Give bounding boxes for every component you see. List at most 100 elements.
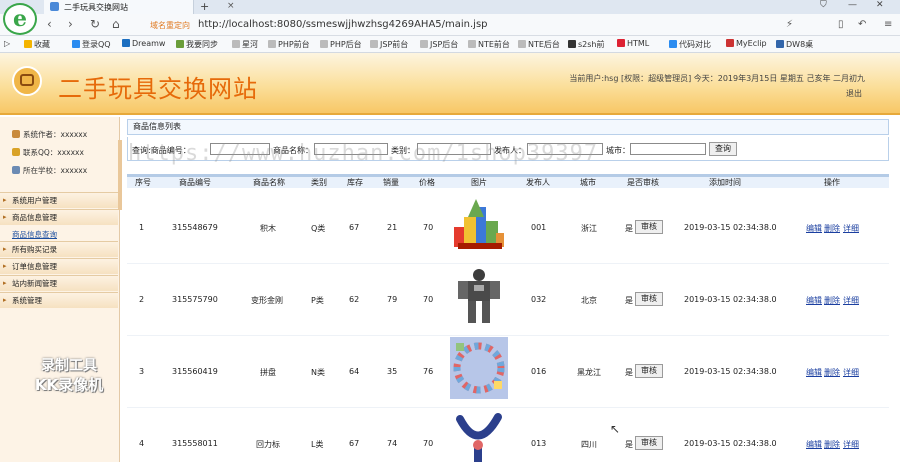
bookmark-item[interactable]: 我要同步 xyxy=(176,39,218,50)
col-header: 发布人 xyxy=(526,178,550,187)
cell-audited: 是 xyxy=(625,224,633,233)
audit-button[interactable]: 审核 xyxy=(635,364,663,378)
bookmark-item[interactable]: 代码对比 xyxy=(669,39,711,50)
tablet-icon[interactable]: ▯ xyxy=(838,19,844,30)
table-header xyxy=(127,174,889,188)
cell-name: 拼盘 xyxy=(260,368,276,377)
col-header: 图片 xyxy=(471,178,487,187)
cell-no: 3 xyxy=(139,367,145,376)
bookmark-item[interactable]: s2sh前 xyxy=(568,39,605,50)
edit-link[interactable]: 编辑 xyxy=(806,367,822,378)
cell-sales: 21 xyxy=(387,223,398,232)
bookmark-item[interactable]: JSP前台 xyxy=(370,39,408,50)
cell-stock: 62 xyxy=(349,295,360,304)
bookmark-item[interactable]: 星河 xyxy=(232,39,258,50)
detail-link[interactable]: 详细 xyxy=(843,223,859,234)
cell-no: 4 xyxy=(139,439,145,448)
back-icon[interactable]: ‹ xyxy=(47,17,52,31)
delete-link[interactable]: 删除 xyxy=(824,367,840,378)
edit-link[interactable]: 编辑 xyxy=(806,295,822,306)
home-icon[interactable]: ⌂ xyxy=(112,17,120,31)
recorder-watermark-line2: KK录像机 xyxy=(34,376,104,394)
col-header: 城市 xyxy=(580,178,596,187)
close-window-icon[interactable]: ✕ xyxy=(876,0,884,10)
toy-image-puzzle xyxy=(450,337,508,399)
audit-button[interactable]: 审核 xyxy=(635,292,663,306)
cell-category: Q类 xyxy=(311,224,326,233)
col-header: 操作 xyxy=(824,178,840,187)
menu-system-management[interactable]: 系统管理 xyxy=(0,292,118,308)
menu-order-management[interactable]: 订单信息管理 xyxy=(0,258,118,274)
edit-link[interactable]: 编辑 xyxy=(806,439,822,450)
reload-icon[interactable]: ↻ xyxy=(90,17,100,31)
cell-code: 315558011 xyxy=(172,439,218,448)
audit-button[interactable]: 审核 xyxy=(635,436,663,450)
qq-info: 联系QQ：xxxxxx xyxy=(12,147,84,158)
cell-category: N类 xyxy=(311,368,325,377)
cell-city: 北京 xyxy=(581,296,597,305)
panel-title: 商品信息列表 xyxy=(127,119,889,135)
audit-button[interactable]: 审核 xyxy=(635,220,663,234)
city-input[interactable] xyxy=(630,143,706,155)
main-content: 商品信息列表 查询:商品编号： 商品名称： 类别： 发布人： 城市： 查询 序号… xyxy=(125,117,895,462)
toy-image-boomerang xyxy=(456,413,502,462)
col-header: 是否审核 xyxy=(627,178,659,187)
bookmark-item[interactable]: NTE后台 xyxy=(518,39,560,50)
detail-link[interactable]: 详细 xyxy=(843,367,859,378)
bookmark-item[interactable]: JSP后台 xyxy=(420,39,458,50)
browser-tab[interactable]: 二手玩具交换网站 × xyxy=(44,0,235,14)
cell-price: 70 xyxy=(423,223,434,232)
sidebar-toggle-icon[interactable]: ▷ xyxy=(4,39,10,48)
menu-goods-management[interactable]: 商品信息管理 xyxy=(0,209,118,225)
recorder-watermark-line1: 录制工具 xyxy=(41,358,97,374)
cell-sales: 79 xyxy=(387,295,398,304)
menu-news-management[interactable]: 站内新闻管理 xyxy=(0,275,118,291)
bookmark-item[interactable]: PHP前台 xyxy=(268,39,310,50)
bookmark-item[interactable]: MyEclip xyxy=(726,39,767,48)
close-tab-icon[interactable]: × xyxy=(227,1,235,11)
cell-time: 2019-03-15 02:34:38.0 xyxy=(684,367,777,376)
detail-link[interactable]: 详细 xyxy=(843,295,859,306)
author-info: 系统作者：xxxxxx xyxy=(12,129,87,140)
bookmark-item[interactable]: PHP后台 xyxy=(320,39,362,50)
undo-icon[interactable]: ↶ xyxy=(858,19,866,30)
bookmark-item[interactable]: NTE前台 xyxy=(468,39,510,50)
menu-user-management[interactable]: 系统用户管理 xyxy=(0,192,118,208)
page-favicon-icon xyxy=(50,2,59,11)
cell-time: 2019-03-15 02:34:38.0 xyxy=(684,223,777,232)
menu-icon[interactable]: ≡ xyxy=(884,19,892,30)
delete-link[interactable]: 删除 xyxy=(824,223,840,234)
cell-audited: 是 xyxy=(625,368,633,377)
bookmark-item[interactable]: Dreamw xyxy=(122,39,165,48)
logout-link[interactable]: 退出 xyxy=(846,88,862,99)
cell-price: 70 xyxy=(423,439,434,448)
bookmark-item[interactable]: 收藏 xyxy=(24,39,50,50)
bookmark-item[interactable]: 登录QQ xyxy=(72,39,111,50)
cell-stock: 67 xyxy=(349,223,360,232)
bookmark-item[interactable]: DW8桌 xyxy=(776,39,813,50)
cell-no: 2 xyxy=(139,295,145,304)
bookmark-item[interactable]: HTML xyxy=(617,39,649,48)
detail-link[interactable]: 详细 xyxy=(843,439,859,450)
delete-link[interactable]: 删除 xyxy=(824,439,840,450)
url-field[interactable]: http://localhost:8080/ssmeswjjhwzhsg4269… xyxy=(198,19,488,30)
school-info: 所在学校：xxxxxx xyxy=(12,165,87,176)
menu-purchase-records[interactable]: 所有购买记录 xyxy=(0,241,118,257)
cell-publisher: 013 xyxy=(531,439,547,448)
edit-link[interactable]: 编辑 xyxy=(806,223,822,234)
sidebar: 系统作者：xxxxxx 联系QQ：xxxxxx 所在学校：xxxxxx 系统用户… xyxy=(0,117,120,462)
forward-icon[interactable]: › xyxy=(68,17,73,31)
shield-icon[interactable]: ⛉ xyxy=(820,0,827,10)
submenu-goods-query[interactable]: 商品信息查询 xyxy=(12,229,57,240)
new-tab-button[interactable]: + xyxy=(200,0,209,13)
minimize-icon[interactable]: — xyxy=(848,0,857,10)
cell-audited: 是 xyxy=(625,440,633,449)
lightning-icon[interactable]: ⚡ xyxy=(786,19,793,30)
sidebar-collapse-handle[interactable] xyxy=(118,140,122,210)
cell-sales: 74 xyxy=(387,439,398,448)
app-header: 二手玩具交换网站 当前用户:hsg [权限：超级管理员] 今天：2019年3月1… xyxy=(0,53,900,115)
search-button[interactable]: 查询 xyxy=(709,142,737,156)
delete-link[interactable]: 删除 xyxy=(824,295,840,306)
mouse-cursor-icon: ↖ xyxy=(610,422,621,436)
col-header: 类别 xyxy=(311,178,327,187)
